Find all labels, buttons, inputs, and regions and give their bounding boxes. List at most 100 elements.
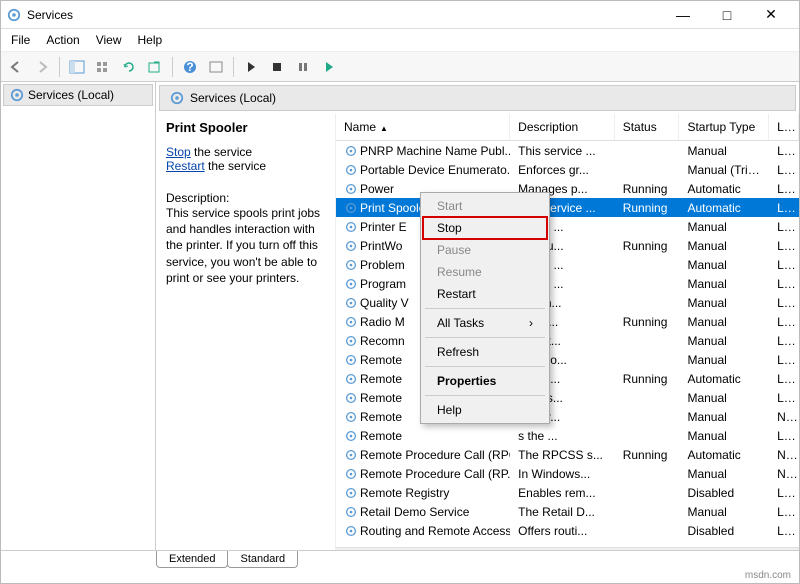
menu-view[interactable]: View [96, 33, 122, 47]
service-row[interactable]: Remotes the ...ManualLoca [336, 426, 799, 445]
cell-logon: Loca [769, 334, 799, 348]
cell-startup: Manual [679, 315, 769, 329]
stop-icon [270, 60, 284, 74]
grid-icon [95, 60, 111, 74]
service-row[interactable]: Print SpoolerThis service ...RunningAuto… [336, 198, 799, 217]
service-row[interactable]: PNRP Machine Name Publ...This service ..… [336, 141, 799, 160]
back-button[interactable] [5, 56, 27, 78]
service-row[interactable]: PrintWodes su...RunningManualLoca [336, 236, 799, 255]
gear-icon [344, 448, 358, 462]
ctx-all-tasks[interactable]: All Tasks› [423, 312, 547, 334]
service-row[interactable]: Programervice ...ManualLoca [336, 274, 799, 293]
column-status[interactable]: Status [615, 114, 680, 140]
service-row[interactable]: Problemervice ...ManualLoca [336, 255, 799, 274]
cell-logon: Loca [769, 296, 799, 310]
gear-icon [170, 91, 184, 105]
service-row[interactable]: Printer Eervice ...ManualLoca [336, 217, 799, 236]
refresh-icon [121, 60, 137, 74]
gear-icon [344, 429, 358, 443]
arrow-left-icon [8, 60, 24, 74]
service-row[interactable]: Retail Demo ServiceThe Retail D...Manual… [336, 502, 799, 521]
refresh-button[interactable] [118, 56, 140, 78]
cell-description: In Windows... [510, 467, 615, 481]
pause-service-button[interactable] [292, 56, 314, 78]
ctx-pause[interactable]: Pause [423, 239, 547, 261]
tree-root[interactable]: Services (Local) [3, 84, 153, 106]
cell-logon: Loca [769, 220, 799, 234]
description-heading: Description: [166, 191, 325, 205]
horizontal-scrollbar[interactable]: ◀ ▶ [336, 547, 799, 550]
service-row[interactable]: Remotete Des...ManualLoca [336, 388, 799, 407]
action-pane-button[interactable] [205, 56, 227, 78]
toolbar-separator [233, 57, 234, 77]
maximize-button[interactable]: □ [705, 1, 749, 29]
cell-startup: Manual [679, 334, 769, 348]
gear-icon [344, 315, 358, 329]
cell-description: This service ... [510, 144, 615, 158]
ctx-refresh[interactable]: Refresh [423, 341, 547, 363]
menu-file[interactable]: File [11, 33, 30, 47]
ctx-start[interactable]: Start [423, 195, 547, 217]
cell-logon: Netv [769, 467, 799, 481]
minimize-button[interactable]: — [661, 1, 705, 29]
service-row[interactable]: Remote RegistryEnables rem...DisabledLoc… [336, 483, 799, 502]
gear-icon [344, 486, 358, 500]
ctx-resume[interactable]: Resume [423, 261, 547, 283]
column-description[interactable]: Description [510, 114, 615, 140]
toolbar-separator [172, 57, 173, 77]
service-row[interactable]: Remotees a co...ManualLoca [336, 350, 799, 369]
forward-button[interactable] [31, 56, 53, 78]
ctx-stop[interactable]: Stop [423, 217, 547, 239]
help-button[interactable]: ? [179, 56, 201, 78]
service-row[interactable]: Recomnes aut...ManualLoca [336, 331, 799, 350]
cell-startup: Manual [679, 410, 769, 424]
ctx-properties[interactable]: Properties [423, 370, 547, 392]
service-row[interactable]: Remotes user...ManualNetv [336, 407, 799, 426]
export-button[interactable] [144, 56, 166, 78]
ctx-restart[interactable]: Restart [423, 283, 547, 305]
cell-description: Enables rem... [510, 486, 615, 500]
service-row[interactable]: Remoteges di...RunningAutomaticLoca [336, 369, 799, 388]
ctx-help[interactable]: Help [423, 399, 547, 421]
tab-standard[interactable]: Standard [227, 551, 298, 568]
restart-service-button[interactable] [318, 56, 340, 78]
cell-name: Remote [336, 429, 510, 443]
show-hide-button[interactable] [66, 56, 88, 78]
gear-icon [344, 410, 358, 424]
cell-startup: Manual [679, 144, 769, 158]
service-row[interactable]: PowerManages p...RunningAutomaticLoca [336, 179, 799, 198]
column-startup[interactable]: Startup Type [679, 114, 769, 140]
service-row[interactable]: Routing and Remote AccessOffers routi...… [336, 521, 799, 540]
service-row[interactable]: Radio MMana...RunningManualLoca [336, 312, 799, 331]
menu-help[interactable]: Help [138, 33, 163, 47]
stop-service-link[interactable]: Stop [166, 145, 191, 159]
stop-suffix: the service [191, 145, 252, 159]
help-icon: ? [182, 60, 198, 74]
gear-icon [344, 353, 358, 367]
column-logon[interactable]: Log On As [769, 114, 799, 140]
scroll-left-icon[interactable]: ◀ [336, 548, 350, 550]
start-service-button[interactable] [240, 56, 262, 78]
list-header: Name▲ Description Status Startup Type Lo… [336, 114, 799, 141]
service-row[interactable]: Remote Procedure Call (RP...In Windows..… [336, 464, 799, 483]
tree-root-label: Services (Local) [28, 88, 114, 102]
cell-startup: Manual (Trig... [679, 163, 769, 177]
gear-icon [344, 296, 358, 310]
service-row[interactable]: Remote Procedure Call (RPC)The RPCSS s..… [336, 445, 799, 464]
menu-action[interactable]: Action [46, 33, 79, 47]
cell-startup: Manual [679, 258, 769, 272]
close-button[interactable]: ✕ [749, 1, 793, 29]
svg-text:?: ? [186, 60, 193, 74]
column-name[interactable]: Name▲ [336, 114, 510, 140]
cell-startup: Automatic [679, 182, 769, 196]
tab-extended[interactable]: Extended [156, 551, 228, 568]
service-row[interactable]: Quality Vty Win...ManualLoca [336, 293, 799, 312]
scroll-right-icon[interactable]: ▶ [785, 548, 799, 550]
cell-logon: Loca [769, 163, 799, 177]
properties-button[interactable] [92, 56, 114, 78]
cell-logon: Loca [769, 277, 799, 291]
stop-service-button[interactable] [266, 56, 288, 78]
service-row[interactable]: Portable Device Enumerato...Enforces gr.… [336, 160, 799, 179]
restart-service-link[interactable]: Restart [166, 159, 205, 173]
cell-startup: Automatic [679, 372, 769, 386]
